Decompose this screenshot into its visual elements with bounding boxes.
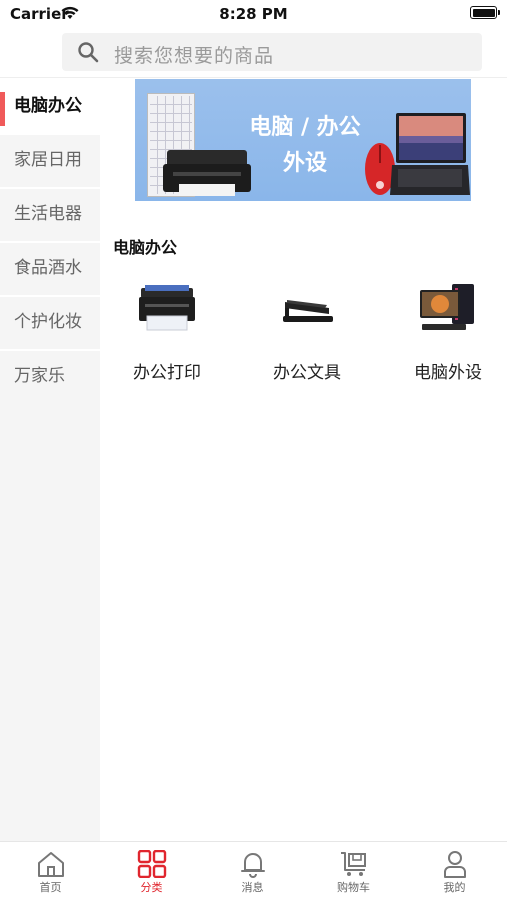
sidebar-item-label: 个护化妆 bbox=[14, 312, 82, 332]
category-grid-icon bbox=[137, 850, 167, 878]
search-icon bbox=[78, 42, 99, 63]
section-title: 电脑办公 bbox=[113, 238, 178, 257]
promo-banner[interactable]: 电脑 / 办公 外设 bbox=[135, 79, 471, 201]
sidebar-item-label: 家居日用 bbox=[14, 150, 82, 170]
sidebar-item-label: 万家乐 bbox=[14, 366, 65, 386]
sidebar-item-wanjiale[interactable]: 万家乐 bbox=[0, 349, 100, 403]
tab-profile[interactable]: 我的 bbox=[404, 842, 505, 900]
tab-label: 首页 bbox=[39, 881, 62, 894]
status-bar: Carrier 8:28 PM bbox=[0, 0, 507, 28]
sidebar-item-home-goods[interactable]: 家居日用 bbox=[0, 133, 100, 187]
tab-label: 消息 bbox=[241, 881, 264, 894]
user-icon bbox=[444, 851, 466, 878]
category-label: 办公打印 bbox=[133, 363, 201, 383]
banner-title: 电脑 / 办公 bbox=[249, 115, 361, 140]
sidebar-item-label: 生活电器 bbox=[14, 204, 82, 224]
sidebar-item-computer-office[interactable]: 电脑办公 bbox=[0, 79, 100, 133]
battery-icon bbox=[470, 6, 500, 19]
category-computer-peripherals[interactable]: 电脑外设 bbox=[378, 268, 507, 388]
home-icon bbox=[38, 852, 64, 877]
tab-label: 我的 bbox=[443, 881, 466, 894]
cart-icon bbox=[341, 852, 366, 876]
search-bar: 搜索您想要的商品 bbox=[0, 28, 507, 78]
sidebar-item-appliances[interactable]: 生活电器 bbox=[0, 187, 100, 241]
tab-label: 购物车 bbox=[337, 881, 370, 894]
tab-label: 分类 bbox=[140, 881, 163, 894]
sidebar-item-label: 食品酒水 bbox=[14, 258, 82, 278]
tab-category[interactable]: 分类 bbox=[101, 842, 202, 900]
category-label: 办公文具 bbox=[273, 363, 341, 383]
sidebar-item-food-drinks[interactable]: 食品酒水 bbox=[0, 241, 100, 295]
tab-cart[interactable]: 购物车 bbox=[303, 842, 404, 900]
bottom-tab-bar: 首页 分类 消息 购物车 我的 bbox=[0, 841, 507, 900]
sidebar-item-label: 电脑办公 bbox=[14, 96, 82, 116]
category-sidebar: 电脑办公 家居日用 生活电器 食品酒水 个护化妆 万家乐 bbox=[0, 79, 100, 841]
search-input[interactable]: 搜索您想要的商品 bbox=[62, 33, 482, 71]
banner-subtitle: 外设 bbox=[282, 151, 327, 176]
tab-home[interactable]: 首页 bbox=[0, 842, 101, 900]
category-office-stationery[interactable]: 办公文具 bbox=[237, 268, 377, 388]
bell-icon bbox=[241, 853, 265, 878]
printer-image bbox=[163, 150, 251, 196]
desktop-computer-icon bbox=[420, 284, 474, 330]
status-time: 8:28 PM bbox=[219, 5, 288, 23]
stapler-icon bbox=[283, 300, 333, 322]
tab-messages[interactable]: 消息 bbox=[202, 842, 303, 900]
laptop-image bbox=[390, 113, 470, 195]
sidebar-item-personal-care[interactable]: 个护化妆 bbox=[0, 295, 100, 349]
printer-icon bbox=[139, 285, 195, 331]
search-placeholder: 搜索您想要的商品 bbox=[114, 45, 275, 67]
category-label: 电脑外设 bbox=[414, 363, 482, 383]
category-office-printing[interactable]: 办公打印 bbox=[97, 268, 237, 388]
